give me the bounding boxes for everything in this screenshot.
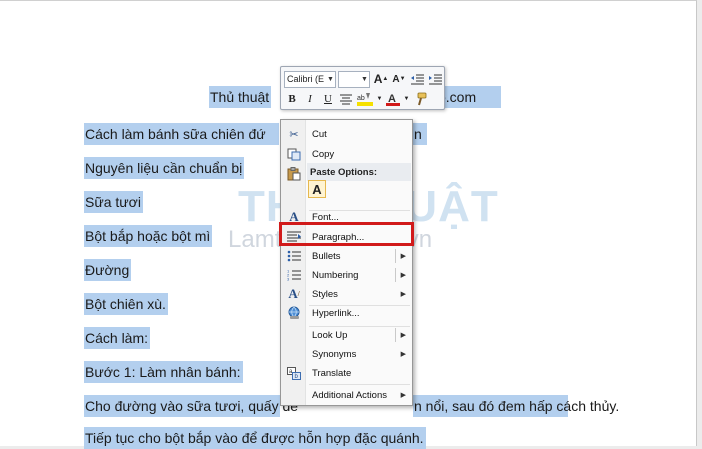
context-menu: ✂ Cut Copy Paste Options: A Font... Para… bbox=[280, 119, 413, 406]
decrease-indent-icon bbox=[410, 74, 424, 85]
chevron-down-icon: ▼ bbox=[361, 75, 368, 83]
grow-font-button[interactable]: A ▲ bbox=[373, 71, 389, 87]
highlight-dropdown[interactable]: ▼ bbox=[376, 91, 383, 107]
submenu-arrow-icon: ▶ bbox=[400, 272, 406, 279]
mini-toolbar: Calibri (E ▼ ▼ A ▲ A ▼ B I U ab ▼ A ▼ bbox=[280, 66, 445, 110]
increase-indent-button[interactable] bbox=[427, 71, 443, 87]
menu-item-hyperlink[interactable]: Hyperlink... bbox=[283, 303, 410, 323]
submenu-arrow-icon: ▶ bbox=[400, 253, 406, 260]
align-center-icon bbox=[340, 94, 352, 104]
paste-options-header: Paste Options: bbox=[307, 163, 411, 181]
menu-item-copy[interactable]: Copy bbox=[283, 144, 410, 164]
svg-text:ab: ab bbox=[357, 95, 365, 102]
menu-item-cut[interactable]: ✂ Cut bbox=[283, 124, 410, 144]
shrink-font-button[interactable]: A ▼ bbox=[391, 71, 407, 87]
clipboard-icon bbox=[284, 166, 304, 182]
font-color-button[interactable]: A bbox=[385, 91, 401, 107]
doc-line-5[interactable]: Bột bắp hoặc bột mì bbox=[84, 225, 213, 247]
increase-indent-icon bbox=[428, 74, 442, 85]
font-color-dropdown[interactable]: ▼ bbox=[403, 91, 410, 107]
doc-line-8[interactable]: Cách làm: bbox=[84, 327, 151, 349]
font-color-icon: A bbox=[386, 93, 400, 106]
menu-item-styles[interactable]: A / Styles ▶ bbox=[283, 284, 410, 304]
doc-line-1[interactable]: Thủ thuật bbox=[209, 86, 272, 108]
svg-text:3: 3 bbox=[287, 277, 290, 282]
doc-line-9[interactable]: Bước 1: Làm nhân bánh: bbox=[84, 361, 243, 383]
center-align-button[interactable] bbox=[338, 91, 354, 107]
paragraph-highlight-box bbox=[279, 222, 414, 246]
bullets-icon bbox=[284, 248, 304, 264]
split-divider bbox=[395, 249, 396, 263]
doc-line-6[interactable]: Đường bbox=[84, 259, 132, 281]
menu-item-translate[interactable]: ab Translate bbox=[283, 363, 410, 383]
globe-link-icon bbox=[284, 305, 304, 321]
format-painter-button[interactable] bbox=[412, 91, 428, 107]
split-divider bbox=[395, 268, 396, 282]
split-divider bbox=[395, 328, 396, 342]
menu-item-synonyms[interactable]: Synonyms ▶ bbox=[283, 344, 410, 364]
format-painter-icon bbox=[417, 92, 427, 106]
chevron-down-icon: ▼ bbox=[327, 75, 334, 83]
doc-line-10-tail[interactable]: n nổi, sau đó đem hấp cách thủy. bbox=[413, 395, 619, 417]
submenu-arrow-icon: ▶ bbox=[400, 332, 406, 339]
translate-icon: ab bbox=[284, 365, 304, 381]
menu-item-bullets[interactable]: Bullets ▶ bbox=[283, 246, 410, 266]
scissors-icon: ✂ bbox=[289, 128, 299, 141]
submenu-arrow-icon: ▶ bbox=[400, 351, 406, 358]
menu-item-look-up[interactable]: Look Up ▶ bbox=[283, 325, 410, 345]
italic-button[interactable]: I bbox=[302, 91, 318, 107]
menu-item-numbering[interactable]: 123 Numbering ▶ bbox=[283, 265, 410, 285]
doc-line-2[interactable]: Cách làm bánh sữa chiên đứ bbox=[84, 123, 279, 145]
doc-line-1-tail[interactable]: o.com bbox=[437, 86, 501, 108]
text-highlight-button[interactable]: ab bbox=[356, 91, 374, 107]
highlighter-icon: ab bbox=[357, 93, 373, 106]
paste-keep-text-button[interactable]: A bbox=[308, 180, 326, 198]
doc-line-4[interactable]: Sữa tươi bbox=[84, 191, 143, 213]
doc-line-2-tail[interactable]: n bbox=[413, 123, 427, 145]
decrease-indent-button[interactable] bbox=[409, 71, 425, 87]
doc-line-7[interactable]: Bột chiên xù. bbox=[84, 293, 168, 315]
submenu-arrow-icon: ▶ bbox=[400, 392, 406, 399]
styles-icon: A / bbox=[288, 286, 300, 301]
font-name-combo[interactable]: Calibri (E ▼ bbox=[284, 70, 336, 88]
numbering-icon: 123 bbox=[284, 267, 304, 283]
font-size-combo[interactable]: ▼ bbox=[338, 70, 370, 88]
underline-button[interactable]: U bbox=[320, 91, 336, 107]
menu-item-additional-actions[interactable]: Additional Actions ▶ bbox=[283, 385, 410, 405]
doc-line-10[interactable]: Cho đường vào sữa tươi, quấy đề bbox=[84, 395, 298, 417]
bold-button[interactable]: B bbox=[284, 91, 300, 107]
submenu-arrow-icon: ▶ bbox=[400, 291, 406, 298]
copy-icon bbox=[284, 146, 304, 162]
word-document-window: Thủ thuật o.com Cách làm bánh sữa chiên … bbox=[0, 0, 702, 449]
doc-line-3[interactable]: Nguyên liệu cần chuẩn bị bbox=[84, 157, 245, 179]
